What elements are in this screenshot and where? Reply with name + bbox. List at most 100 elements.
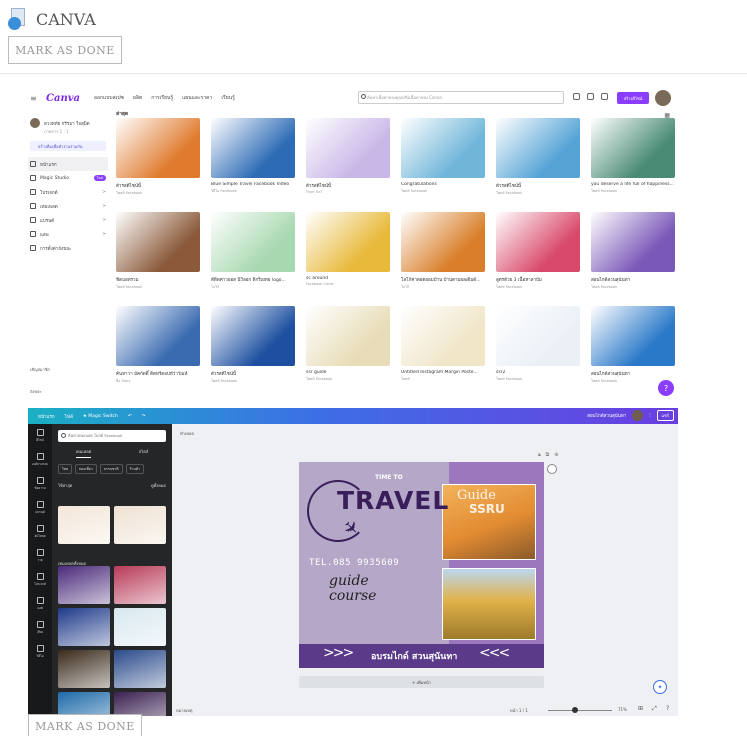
home-search-input[interactable]: ค้นหาเนื้อหาของคุณหรือเนื้อหาของ Canva xyxy=(358,91,564,104)
template-tile[interactable] xyxy=(58,650,110,688)
share-button[interactable]: แชร์ xyxy=(656,410,674,421)
rail-item[interactable]: องค์ประกอบ xyxy=(28,448,52,472)
sidebar-item-trash-settings[interactable]: การตั้งค่าถังขยะ xyxy=(28,241,108,255)
design-card[interactable]: ฟีดบอทรวม โพสต์ Facebook xyxy=(116,212,200,290)
filter-chip[interactable]: ท่องเที่ยว xyxy=(75,464,97,474)
magic-button[interactable]: ✦ xyxy=(653,680,667,694)
design-card[interactable]: สูตรด้วย 3 เนื้อหาลาบ้ม โพสต์ Facebook xyxy=(496,212,580,290)
rail-item[interactable]: อัปโหลด xyxy=(28,520,52,544)
nav-link[interactable]: ผลิต xyxy=(133,94,142,102)
help-button[interactable]: ? xyxy=(658,380,674,396)
sidebar-item-magic-studio[interactable]: Magic Studio ใหม่ xyxy=(28,171,108,185)
design-card[interactable]: โลโก้ค่าดอดยอมบ้าน บ้านตามผลเดิมด์... โลโ… xyxy=(401,212,485,290)
nav-link[interactable]: การเรียนรู้ xyxy=(151,94,173,102)
mark-as-done-button[interactable]: MARK AS DONE xyxy=(28,714,142,736)
editor-home-link[interactable]: หน้าแรก xyxy=(38,413,55,420)
tab-templates[interactable]: เทมเพลต xyxy=(75,448,92,458)
home-search-placeholder: ค้นหาเนื้อหาของคุณหรือเนื้อหาของ Canva xyxy=(367,95,442,100)
add-page-icon[interactable]: ⊕ xyxy=(554,452,558,458)
nav-link[interactable]: แผนและราคา xyxy=(182,94,212,102)
sidebar-item-apps[interactable]: แอพ > xyxy=(28,227,108,241)
design-card[interactable]: Congratulations โพสต์ Facebook xyxy=(401,118,485,194)
template-tile[interactable] xyxy=(114,506,166,544)
help-icon[interactable]: ? xyxy=(666,705,669,712)
design-card[interactable]: ตัวรสดีไซน์นี้ โพสต์ Facebook xyxy=(496,118,580,196)
duplicate-icon[interactable]: ⧉ xyxy=(546,452,550,458)
zoom-slider-track[interactable] xyxy=(548,710,612,711)
desktop-icon[interactable] xyxy=(573,93,580,100)
rail-item[interactable]: ดีไซน์ xyxy=(28,424,52,448)
mark-as-done-button[interactable]: MARK AS DONE xyxy=(8,36,122,64)
filter-chip[interactable]: ไทย xyxy=(58,464,73,474)
sidebar-item-templates[interactable]: เทมเพลต > xyxy=(28,199,108,213)
design-card[interactable]: สอนไกด์สวนสุนันทา โพสต์ Facebook xyxy=(591,212,675,290)
rail-item[interactable]: เสียง xyxy=(28,616,52,640)
menu-icon[interactable]: ≡ xyxy=(30,94,40,103)
nav-link[interactable]: เรียนรู้ xyxy=(221,94,234,102)
design-card[interactable]: ค้นหาวา มัคกัดดิ์ ดิตทร์ตอปหัว่าวัณห์ สื่… xyxy=(116,306,200,384)
design-card[interactable]: สอนไกด์สวนสุนันทา โพสต์ Facebook xyxy=(591,306,675,384)
trash-link[interactable]: ถังขยะ xyxy=(30,388,42,395)
filter-chip[interactable]: ร้านค้า xyxy=(125,464,145,474)
template-tile[interactable] xyxy=(114,608,166,646)
magic-switch-button[interactable]: ★ Magic Switch xyxy=(83,414,118,419)
design-card[interactable]: sc around Facebook Cover xyxy=(306,212,390,286)
fullscreen-icon[interactable]: ⤢ xyxy=(652,705,657,713)
tab-styles[interactable]: สไตล์ xyxy=(139,448,149,458)
template-tile[interactable] xyxy=(114,692,166,716)
create-design-button[interactable]: สร้างดีไซน์ xyxy=(617,92,649,104)
rail-item[interactable]: วาด xyxy=(28,544,52,568)
filter-chip[interactable]: ธรรมชาติ xyxy=(99,464,123,474)
redo-icon[interactable]: ↷ xyxy=(142,414,146,419)
page-counter[interactable]: หน้า 1 / 1 xyxy=(510,707,528,714)
analytics-icon[interactable]: ⫶ xyxy=(649,413,650,419)
rail-item[interactable]: แบรนด์ xyxy=(28,496,52,520)
account-avatar xyxy=(30,118,40,128)
add-page-button[interactable]: + เพิ่มหน้า xyxy=(299,676,544,688)
canva-home-screenshot: ≡ Canva ออกแบบสเปซ ผลิต การเรียนรู้ แผนแ… xyxy=(28,86,678,402)
rail-item[interactable]: วิดีโอ xyxy=(28,640,52,664)
zoom-slider-handle[interactable] xyxy=(572,707,578,713)
design-card[interactable]: ssr guide โพสต์ Facebook xyxy=(306,306,390,382)
comment-icon[interactable] xyxy=(547,464,557,474)
travel-poster[interactable]: TIME TO Guide SSRU TRAVEL ✈ TEL.085 9935… xyxy=(299,462,544,668)
design-card[interactable]: Untitled Instagram Margin Poste... โพสต์ xyxy=(401,306,485,382)
avatar[interactable] xyxy=(632,410,644,421)
invite-members-link[interactable]: เชิญสมาชิก xyxy=(30,366,50,373)
sidebar-item-projects[interactable]: โปรเจกต์ > xyxy=(28,185,108,199)
design-name[interactable]: สอนไกด์สวนสุนันทา xyxy=(587,412,626,419)
design-card[interactable]: ตัวรสดีไซน์นี้ Flyer 5x7 xyxy=(306,118,390,194)
avatar[interactable] xyxy=(655,90,671,106)
template-tile[interactable] xyxy=(58,608,110,646)
rail-item[interactable]: แอพ xyxy=(28,592,52,616)
nav-link[interactable]: ออกแบบสเปซ xyxy=(94,94,124,102)
rail-item[interactable]: ข้อความ xyxy=(28,472,52,496)
design-card[interactable]: ดีดิตค่าวยอส นิวิลอก ดิกริเยทธ logo... โล… xyxy=(211,212,295,290)
rail-item[interactable]: โปรเจกต์ xyxy=(28,568,52,592)
template-tile[interactable] xyxy=(114,650,166,688)
template-tile[interactable] xyxy=(114,566,166,604)
grid-view-icon[interactable]: ⊞ xyxy=(638,705,643,712)
settings-icon[interactable] xyxy=(587,93,594,100)
sidebar-item-home[interactable]: หน้าแรก xyxy=(28,157,108,171)
canva-logo[interactable]: Canva xyxy=(46,93,80,104)
create-team-button[interactable]: สร้างทีมเพื่อทำงานร่วมกัน xyxy=(30,141,106,151)
notes-button[interactable]: หมายเหตุ xyxy=(176,707,192,714)
design-card[interactable]: Blue Simple Travel Facebook Video วิดีโอ … xyxy=(211,118,295,194)
file-menu[interactable]: ไฟล์ xyxy=(65,413,73,420)
zoom-level[interactable]: 71% xyxy=(618,707,627,712)
design-card[interactable]: ssr2 โพสต์ Facebook xyxy=(496,306,580,382)
template-tile[interactable] xyxy=(58,566,110,604)
lock-icon[interactable]: 🔒︎ xyxy=(538,452,541,458)
undo-icon[interactable]: ↶ xyxy=(128,414,132,419)
see-all-link[interactable]: ดูทั้งหมด xyxy=(151,482,166,489)
design-card[interactable]: ตัวรสดีไซน์นี้ โพสต์ Facebook xyxy=(116,118,200,196)
bell-icon[interactable] xyxy=(601,93,608,100)
design-card[interactable]: you deserve a life full of happiness... โ… xyxy=(591,118,675,194)
template-tile[interactable] xyxy=(58,506,110,544)
account-switcher[interactable]: ดวงหทัย กรีรมา ใจสุมิต xyxy=(28,110,108,128)
template-search-input[interactable]: ค้นหาเทมเพลต โพสต์ Facebook xyxy=(58,430,166,442)
sidebar-item-brand[interactable]: แบรนด์ > xyxy=(28,213,108,227)
design-card[interactable]: ตัวรสดีไซน์นี้ โพสต์ Facebook xyxy=(211,306,295,384)
template-tile[interactable] xyxy=(58,692,110,716)
